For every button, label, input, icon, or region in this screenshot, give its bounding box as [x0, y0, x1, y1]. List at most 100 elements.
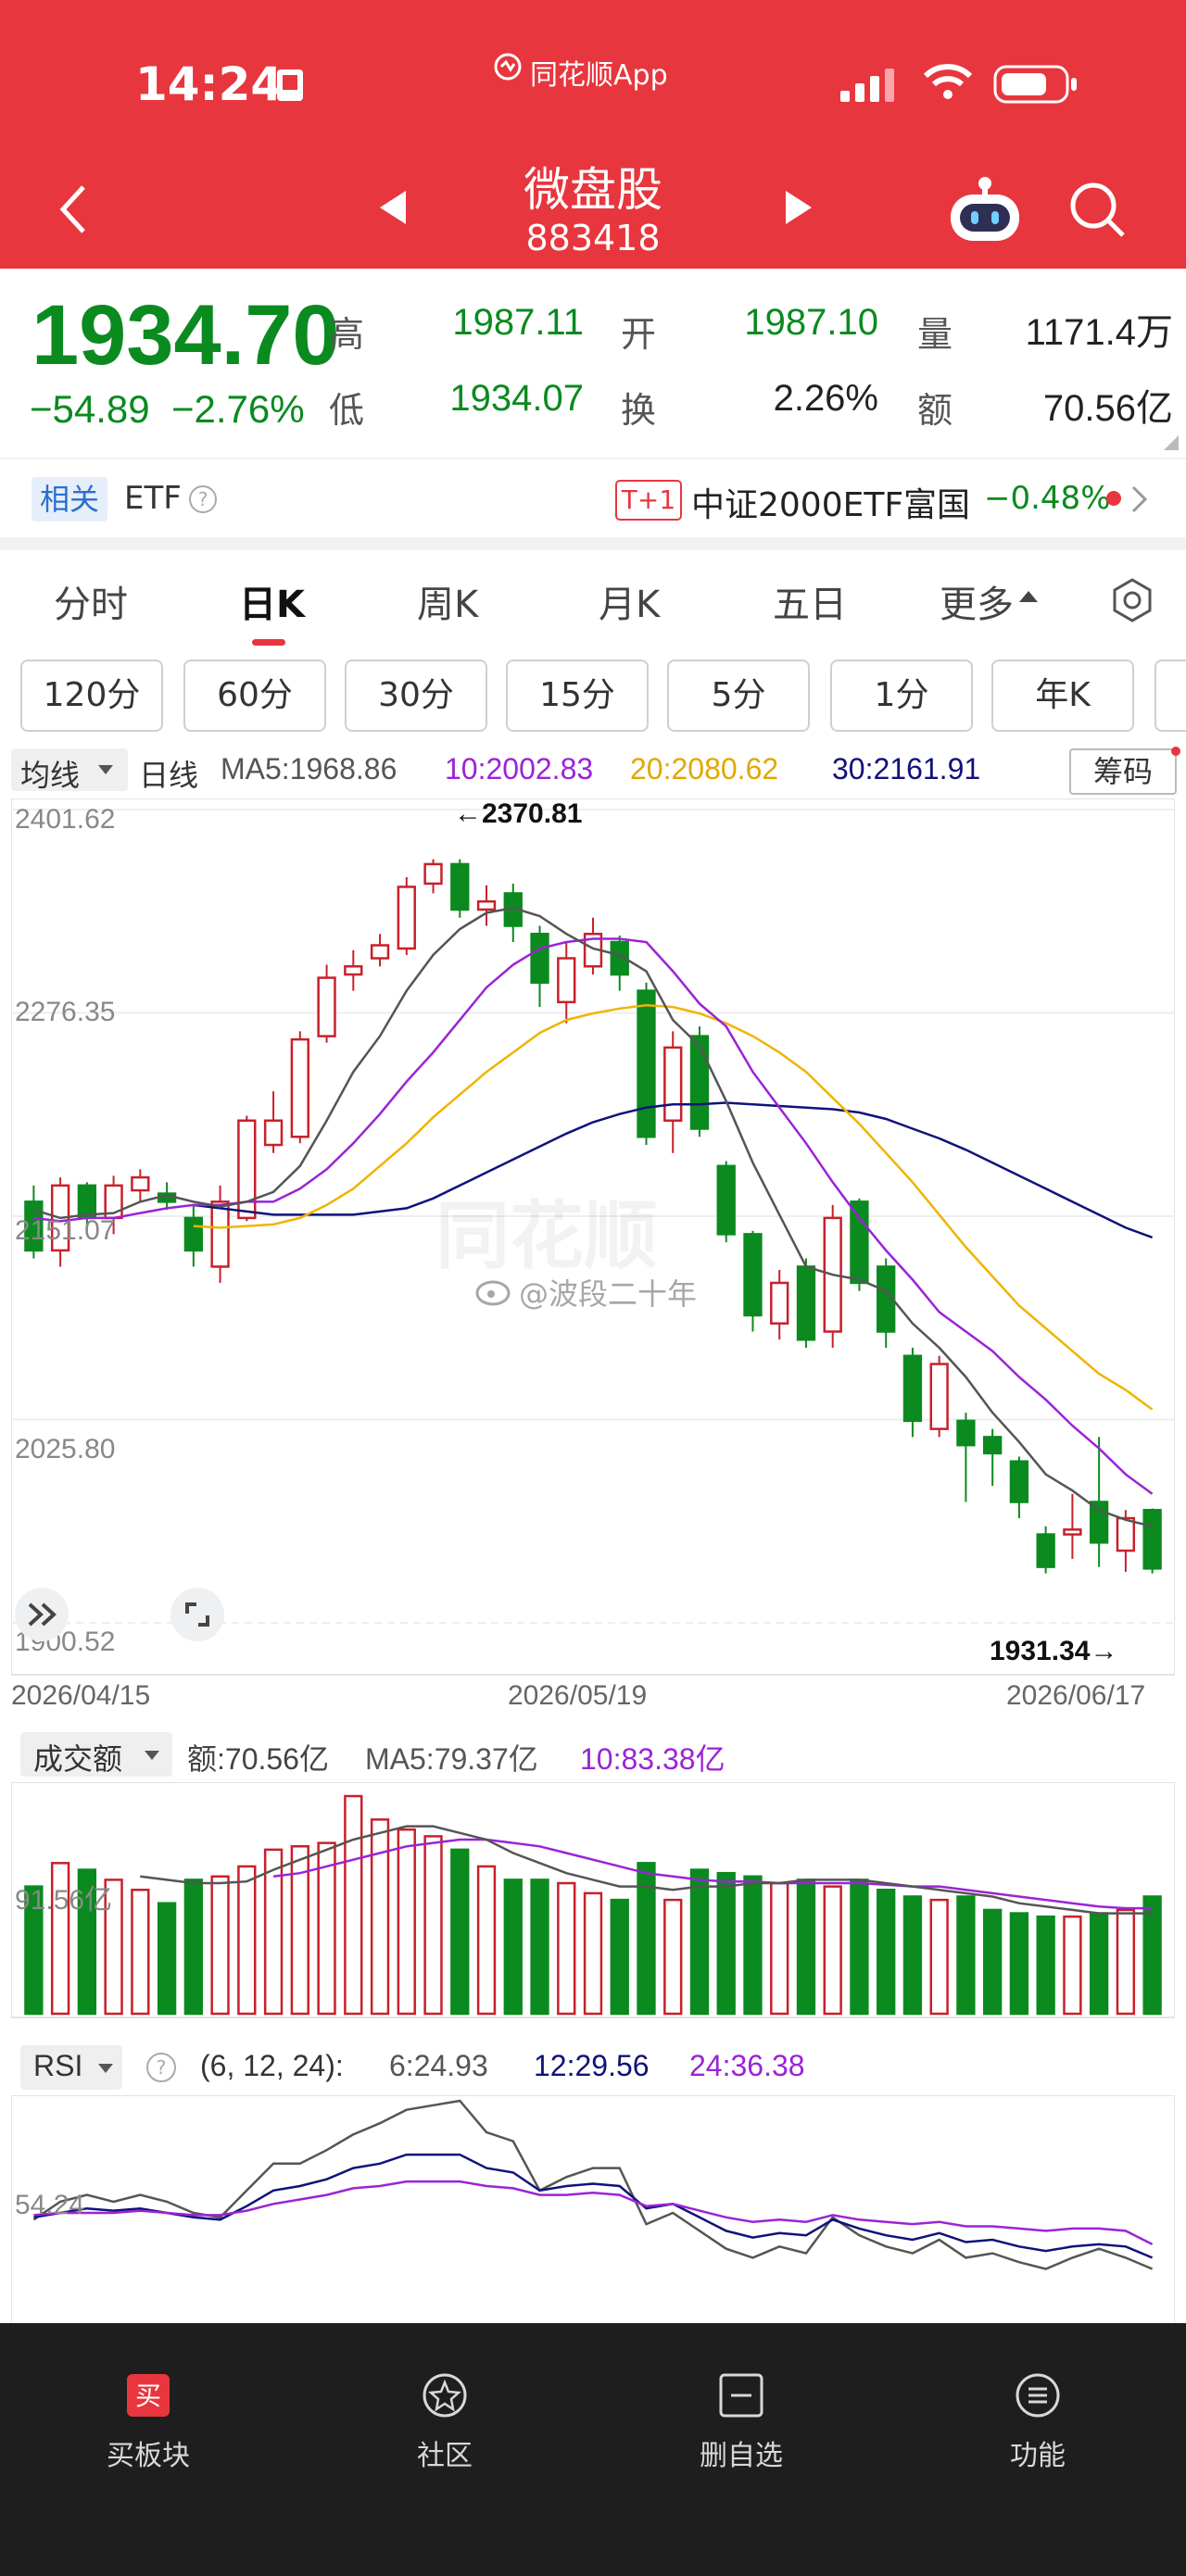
candle-body	[131, 1175, 150, 1192]
volume-bar	[610, 1898, 629, 2016]
dropdown-icon[interactable]	[143, 1749, 161, 1762]
sim-card-icon	[277, 69, 303, 101]
candle-body	[263, 1119, 284, 1147]
rsi12-line	[33, 2153, 1154, 2259]
weibo-icon	[475, 1280, 511, 1306]
nav-community[interactable]: 社区	[361, 2371, 528, 2473]
candle-body	[1009, 1460, 1029, 1503]
y-tick-4: 2025.80	[15, 1434, 116, 1464]
candle-body	[983, 1436, 1003, 1455]
candle-body	[397, 886, 416, 950]
tab-daily-k[interactable]: 日K	[239, 574, 305, 628]
period-120min[interactable]: 120分	[20, 660, 163, 732]
rsi-help-icon[interactable]: ?	[145, 2051, 178, 2084]
candle-body	[929, 1363, 949, 1430]
nav-functions[interactable]: 功能	[954, 2371, 1121, 2473]
volume-bar	[689, 1868, 710, 2016]
candle-body	[370, 944, 390, 960]
period-30min[interactable]: 30分	[345, 660, 487, 732]
volume-bar	[503, 1879, 523, 2016]
volume-bar	[423, 1835, 443, 2016]
volume-bar	[877, 1889, 896, 2016]
volume-bar	[796, 1879, 816, 2016]
search-icon[interactable]	[1067, 180, 1129, 241]
related-tag: 相关	[32, 477, 107, 521]
rsi-frame	[11, 2095, 1175, 2330]
robot-assistant-icon[interactable]	[945, 174, 1025, 245]
rsi-chart[interactable]	[11, 2095, 1175, 2331]
notice-dot-icon	[1171, 747, 1180, 756]
settings-icon[interactable]	[1108, 576, 1156, 624]
nav-buy-sector[interactable]: 买 买板块	[65, 2371, 232, 2473]
rsi-indicator-select[interactable]: RSI	[33, 2049, 82, 2083]
period-year-k[interactable]: 年K	[991, 660, 1134, 732]
dropdown-icon[interactable]	[96, 763, 115, 776]
high-value: 1987.11	[452, 302, 584, 343]
volume-indicator-select[interactable]: 成交额	[33, 1736, 122, 1778]
help-icon[interactable]: ?	[187, 484, 219, 515]
etf-name: 中证2000ETF富国	[691, 486, 971, 524]
candle-body	[1063, 1528, 1082, 1536]
y-tick-2: 2276.35	[15, 997, 116, 1027]
tab-more[interactable]: 更多	[940, 574, 1014, 628]
rsi24-line	[33, 2180, 1154, 2246]
nav-remove-watchlist[interactable]: 删自选	[658, 2371, 825, 2473]
caret-up-icon[interactable]	[1017, 587, 1040, 606]
ma5-legend: MA5:1968.86	[221, 752, 397, 785]
volume-bar	[157, 1902, 177, 2016]
candle-body	[637, 989, 656, 1138]
fullscreen-icon[interactable]	[169, 1586, 226, 1643]
y-tick-3: 2151.07	[15, 1215, 116, 1246]
candle-body	[1142, 1509, 1162, 1570]
next-stock-icon[interactable]	[780, 187, 817, 228]
period-15min[interactable]: 15分	[506, 660, 649, 732]
volume-ma5: MA5:79.37亿	[365, 1742, 538, 1776]
section-divider	[0, 537, 1186, 550]
divider	[0, 458, 1186, 459]
svg-text:?: ?	[198, 488, 208, 510]
volume-bar	[850, 1879, 869, 2016]
active-tab-indicator	[252, 639, 285, 646]
candle-body	[290, 1037, 309, 1138]
max-price-label: ←2370.81	[454, 798, 583, 829]
volume-bar	[210, 1875, 230, 2016]
open-value: 1987.10	[744, 302, 878, 343]
volume-bar	[1009, 1912, 1029, 2016]
candle-body	[530, 932, 549, 985]
volume-bar	[1036, 1915, 1055, 2016]
tab-weekly-k[interactable]: 周K	[417, 574, 478, 628]
expand-panel-icon[interactable]	[13, 1586, 70, 1643]
etf-change: −0.48%	[984, 480, 1111, 517]
tab-monthly-k[interactable]: 月K	[599, 574, 660, 628]
remove-watchlist-icon	[719, 2373, 763, 2418]
dropdown-icon[interactable]	[96, 2062, 115, 2075]
candle-body	[689, 1035, 710, 1130]
volume-bar	[183, 1879, 203, 2016]
low-value: 1934.07	[449, 378, 584, 419]
ma-indicator-select[interactable]: 均线	[20, 752, 80, 795]
candle-body	[1036, 1533, 1055, 1568]
ma10-legend: 10:2002.83	[445, 752, 594, 785]
period-5min[interactable]: 5分	[667, 660, 810, 732]
candle-body	[956, 1419, 976, 1447]
watermark-logo: 同花顺	[435, 1193, 658, 1279]
min-price-label: 1931.34→	[990, 1636, 1118, 1666]
chevron-right-icon[interactable]	[1129, 484, 1151, 515]
candle-body	[317, 976, 336, 1037]
volume-chart[interactable]	[11, 1782, 1175, 2019]
watermark-weibo: @波段二十年	[519, 1276, 698, 1312]
candle-body	[902, 1354, 923, 1423]
volume-value: 1171.4万	[1025, 312, 1173, 353]
volume-bar	[530, 1879, 549, 2016]
tab-five-day[interactable]: 五日	[773, 574, 847, 628]
nav-label: 买板块	[107, 2440, 190, 2472]
price-change: −54.89 −2.76%	[30, 387, 305, 432]
ma20-legend: 20:2080.62	[630, 752, 779, 785]
tab-intraday[interactable]: 分时	[54, 574, 128, 628]
candle-body	[210, 1200, 230, 1268]
period-60min[interactable]: 60分	[183, 660, 326, 732]
period-more[interactable]	[1154, 660, 1186, 732]
chip-button[interactable]: 筹码	[1069, 748, 1177, 795]
svg-text:?: ?	[157, 2056, 167, 2079]
period-1min[interactable]: 1分	[830, 660, 973, 732]
